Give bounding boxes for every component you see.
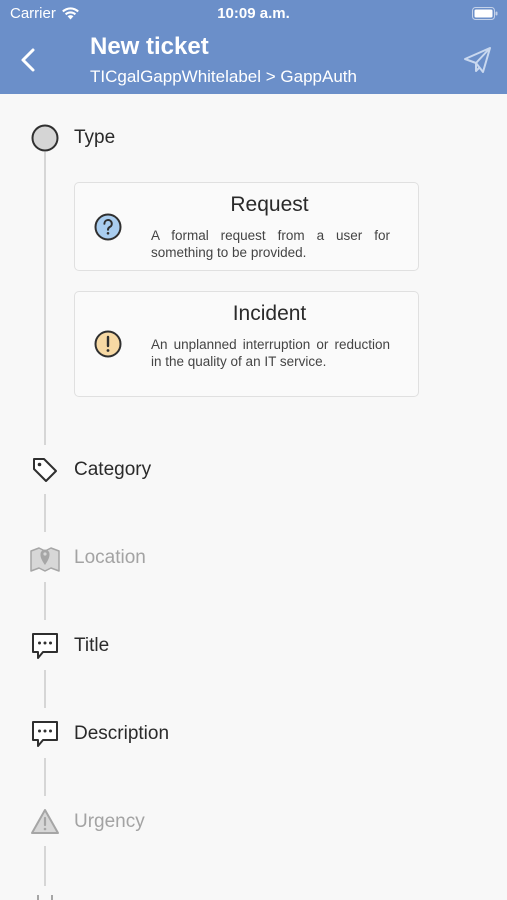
step-connector [44, 670, 46, 708]
breadcrumb: TICgalGappWhitelabel > GappAuth [90, 67, 357, 86]
step-connector [44, 152, 46, 445]
speech-bubble-icon [32, 721, 58, 747]
clock: 10:09 a.m. [217, 5, 290, 22]
status-bar: Carrier 10:09 a.m. [0, 0, 507, 28]
option-title: Request [230, 193, 309, 216]
step-category-label[interactable]: Category [74, 459, 151, 481]
step-type-label[interactable]: Type [74, 127, 115, 149]
option-description: A formal request from a user for somethi… [151, 228, 390, 260]
circle-icon [31, 124, 59, 152]
send-button[interactable] [461, 44, 495, 76]
option-description: An unplanned interruption or reduction i… [151, 337, 390, 369]
step-connector [44, 758, 46, 796]
type-option-incident[interactable]: Incident An unplanned interruption or re… [74, 291, 419, 397]
warning-icon [31, 809, 59, 834]
exclamation-icon [94, 330, 122, 358]
tag-icon [33, 458, 57, 482]
step-connector [44, 846, 46, 886]
step-title-label[interactable]: Title [74, 635, 109, 657]
back-button[interactable] [14, 44, 44, 76]
type-option-request[interactable]: Request A formal request from a user for… [74, 182, 419, 271]
option-title: Incident [232, 302, 307, 325]
battery-icon [472, 7, 498, 20]
step-urgency-label: Urgency [74, 811, 145, 832]
page-title: New ticket [90, 33, 209, 60]
app-header: Carrier 10:09 a.m. New ticket TICgalGapp… [0, 0, 507, 94]
step-connector [44, 494, 46, 532]
step-description-label[interactable]: Description [74, 723, 169, 745]
speech-bubble-icon [32, 633, 58, 659]
step-location-label: Location [74, 547, 146, 568]
step-connector [44, 582, 46, 620]
chevron-left-icon [21, 48, 35, 72]
next-step-icon [37, 895, 53, 900]
map-pin-icon [30, 547, 60, 572]
paper-plane-icon [464, 47, 491, 73]
